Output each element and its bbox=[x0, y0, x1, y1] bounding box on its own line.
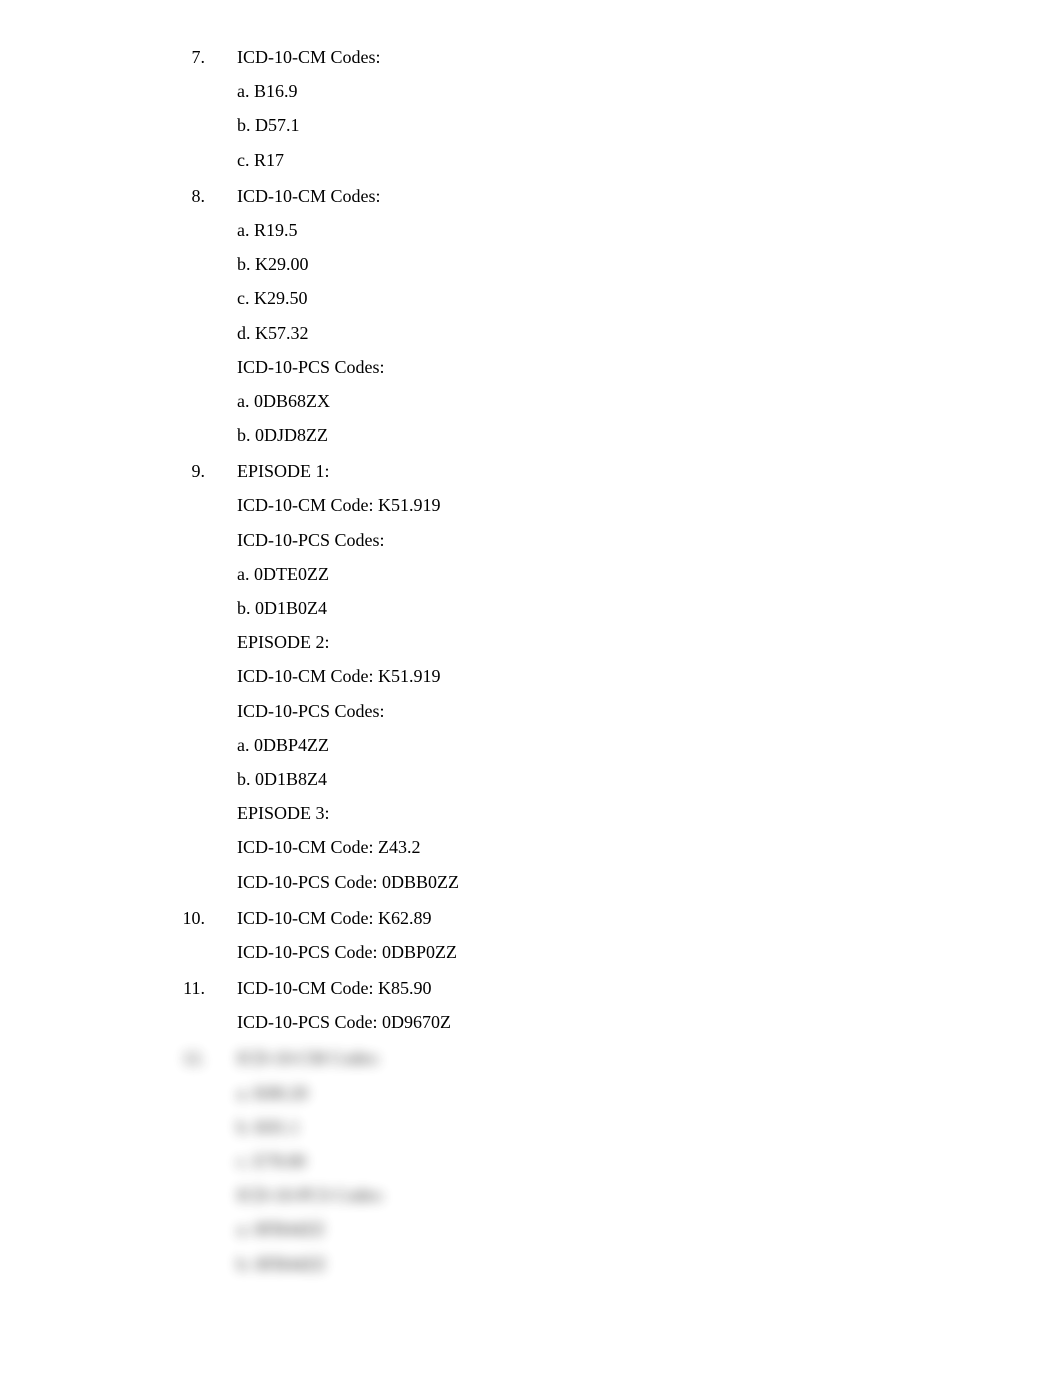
item-number: 9. bbox=[177, 454, 205, 488]
text-line: b. K81.1 bbox=[237, 1110, 931, 1144]
text-line: ICD-10-PCS Code: 0D9670Z bbox=[237, 1005, 931, 1039]
text-line: ICD-10-PCS Code: 0DBP0ZZ bbox=[237, 935, 931, 969]
text-line: ICD-10-PCS Codes: bbox=[237, 523, 931, 557]
numbered-list: 7.ICD-10-CM Codes:a. B16.9b. D57.1c. R17… bbox=[131, 40, 931, 1281]
text-line: a. 0DB68ZX bbox=[237, 384, 931, 418]
list-item: 7.ICD-10-CM Codes:a. B16.9b. D57.1c. R17 bbox=[211, 40, 931, 177]
item-number: 8. bbox=[177, 179, 205, 213]
text-line: EPISODE 2: bbox=[237, 625, 931, 659]
text-line: EPISODE 3: bbox=[237, 796, 931, 830]
text-line: ICD-10-CM Code: K62.89 bbox=[237, 901, 931, 935]
text-line: EPISODE 1: bbox=[237, 454, 931, 488]
list-item: 12.ICD-10-CM Codes:a. K80.20b. K81.1c. E… bbox=[211, 1041, 931, 1280]
text-line: b. 0D1B0Z4 bbox=[237, 591, 931, 625]
text-line: a. 0DTE0ZZ bbox=[237, 557, 931, 591]
text-line: b. 0DJD8ZZ bbox=[237, 418, 931, 452]
text-line: c. R17 bbox=[237, 143, 931, 177]
text-line: b. 0D1B8Z4 bbox=[237, 762, 931, 796]
text-line: ICD-10-CM Code: K51.919 bbox=[237, 488, 931, 522]
text-line: a. R19.5 bbox=[237, 213, 931, 247]
text-line: a. K80.20 bbox=[237, 1076, 931, 1110]
item-body: EPISODE 1:ICD-10-CM Code: K51.919ICD-10-… bbox=[211, 454, 931, 898]
text-line: ICD-10-PCS Codes: bbox=[237, 694, 931, 728]
text-line: b. K29.00 bbox=[237, 247, 931, 281]
text-line: c. K29.50 bbox=[237, 281, 931, 315]
text-line: b. 0FB44ZZ bbox=[237, 1247, 931, 1281]
item-number: 11. bbox=[177, 971, 205, 1005]
text-line: ICD-10-CM Codes: bbox=[237, 40, 931, 74]
list-item: 10.ICD-10-CM Code: K62.89ICD-10-PCS Code… bbox=[211, 901, 931, 969]
text-line: ICD-10-CM Code: Z43.2 bbox=[237, 830, 931, 864]
text-line: a. 0DBP4ZZ bbox=[237, 728, 931, 762]
list-item: 11.ICD-10-CM Code: K85.90ICD-10-PCS Code… bbox=[211, 971, 931, 1039]
document-page: 7.ICD-10-CM Codes:a. B16.9b. D57.1c. R17… bbox=[131, 40, 931, 1281]
text-line: ICD-10-CM Code: K85.90 bbox=[237, 971, 931, 1005]
item-body: ICD-10-CM Codes:a. B16.9b. D57.1c. R17 bbox=[211, 40, 931, 177]
text-line: c. E78.00 bbox=[237, 1144, 931, 1178]
text-line: ICD-10-CM Codes: bbox=[237, 179, 931, 213]
text-line: ICD-10-PCS Codes: bbox=[237, 1178, 931, 1212]
item-body: ICD-10-CM Code: K62.89ICD-10-PCS Code: 0… bbox=[211, 901, 931, 969]
item-number: 10. bbox=[177, 901, 205, 935]
item-body: ICD-10-CM Codes:a. R19.5b. K29.00c. K29.… bbox=[211, 179, 931, 453]
text-line: ICD-10-CM Codes: bbox=[237, 1041, 931, 1075]
item-body: ICD-10-CM Codes:a. K80.20b. K81.1c. E78.… bbox=[211, 1041, 931, 1280]
text-line: ICD-10-CM Code: K51.919 bbox=[237, 659, 931, 693]
list-item: 9.EPISODE 1:ICD-10-CM Code: K51.919ICD-1… bbox=[211, 454, 931, 898]
text-line: a. B16.9 bbox=[237, 74, 931, 108]
item-number: 7. bbox=[177, 40, 205, 74]
item-number: 12. bbox=[177, 1041, 205, 1075]
text-line: b. D57.1 bbox=[237, 108, 931, 142]
item-body: ICD-10-CM Code: K85.90ICD-10-PCS Code: 0… bbox=[211, 971, 931, 1039]
text-line: ICD-10-PCS Codes: bbox=[237, 350, 931, 384]
list-item: 8.ICD-10-CM Codes:a. R19.5b. K29.00c. K2… bbox=[211, 179, 931, 453]
text-line: ICD-10-PCS Code: 0DBB0ZZ bbox=[237, 865, 931, 899]
text-line: d. K57.32 bbox=[237, 316, 931, 350]
text-line: a. 0FB44ZZ bbox=[237, 1212, 931, 1246]
